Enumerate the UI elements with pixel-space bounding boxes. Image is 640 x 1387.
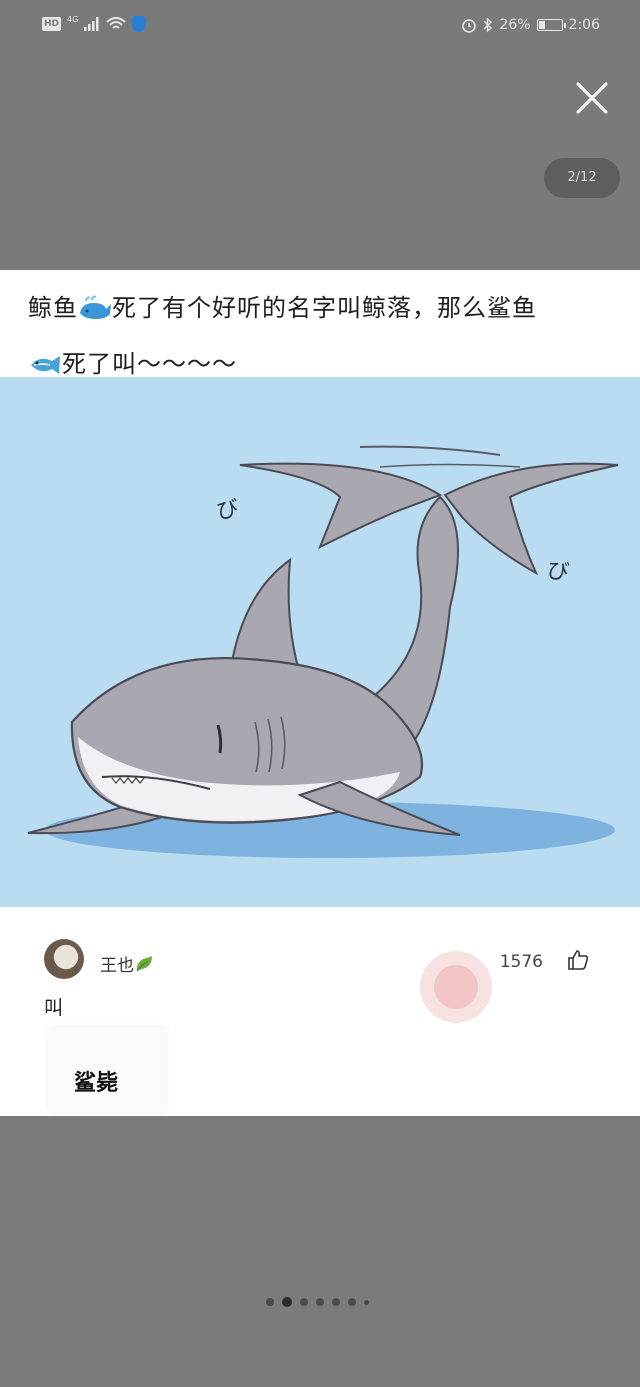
username-text: 王也 — [100, 956, 134, 976]
battery-percent: 26% — [499, 17, 531, 33]
title-part-3: 死了叫～～～～ — [62, 350, 237, 378]
page-dot[interactable] — [364, 1299, 369, 1305]
sticker-image — [420, 951, 492, 1023]
wifi-icon — [106, 17, 126, 29]
status-right: 26% 2:06 — [461, 17, 600, 33]
leaf-icon — [136, 956, 152, 972]
whale-emoji — [80, 295, 111, 319]
fish-emoji — [31, 356, 60, 374]
alarm-icon — [462, 19, 477, 33]
network-type: 4G — [67, 14, 79, 24]
page-dot[interactable] — [266, 1298, 274, 1306]
comment-text: 叫 — [44, 997, 64, 1019]
answer-text: 鲨毙 — [74, 1071, 119, 1096]
title-part-1: 鲸鱼 — [28, 294, 78, 322]
page-dot[interactable] — [316, 1298, 324, 1306]
hd-badge: HD — [42, 17, 62, 31]
sticker-center — [434, 965, 478, 1009]
signal-icon — [84, 17, 99, 31]
close-button[interactable] — [570, 76, 614, 120]
title-part-2: 死了有个好听的名字叫鲸落，那么鲨鱼 — [112, 294, 537, 322]
comment: 王也 1576 叫 鲨毙 — [0, 907, 640, 1116]
shield-icon — [132, 16, 147, 32]
page-dot[interactable] — [348, 1298, 356, 1306]
page-dot[interactable] — [332, 1298, 340, 1306]
like-count: 1576 — [499, 952, 543, 972]
thumbs-up-icon — [568, 950, 589, 970]
status-bar: HD 4G 26% 2:06 — [0, 0, 640, 52]
battery-icon — [536, 19, 566, 31]
avatar[interactable] — [44, 939, 84, 979]
page-dots — [266, 1297, 369, 1307]
bluetooth-icon — [483, 17, 493, 33]
close-icon — [576, 82, 608, 114]
answer-image: 鲨毙 — [48, 1027, 166, 1113]
like-button[interactable] — [566, 948, 590, 972]
sound-effect-right: び — [545, 558, 570, 586]
page-indicator: 2/12 — [544, 158, 620, 198]
status-left: HD 4G — [42, 14, 147, 32]
page-dot-active[interactable] — [282, 1297, 292, 1307]
page-dot[interactable] — [300, 1298, 308, 1306]
post-card: 鲸鱼 死了有个好听的名字叫鲸落，那么鲨鱼 死了叫～～～～ び び 王也 1576… — [0, 270, 640, 1116]
sound-effect-left: び — [215, 496, 241, 524]
comment-username[interactable]: 王也 — [100, 951, 154, 976]
shark-drawing: び び — [27, 445, 619, 858]
bottom-overlay — [0, 1116, 640, 1387]
clock: 2:06 — [568, 17, 600, 33]
post-title: 鲸鱼 死了有个好听的名字叫鲸落，那么鲨鱼 死了叫～～～～ — [28, 280, 618, 392]
shark-illustration: び び — [0, 377, 640, 907]
battery-fill — [538, 21, 545, 29]
